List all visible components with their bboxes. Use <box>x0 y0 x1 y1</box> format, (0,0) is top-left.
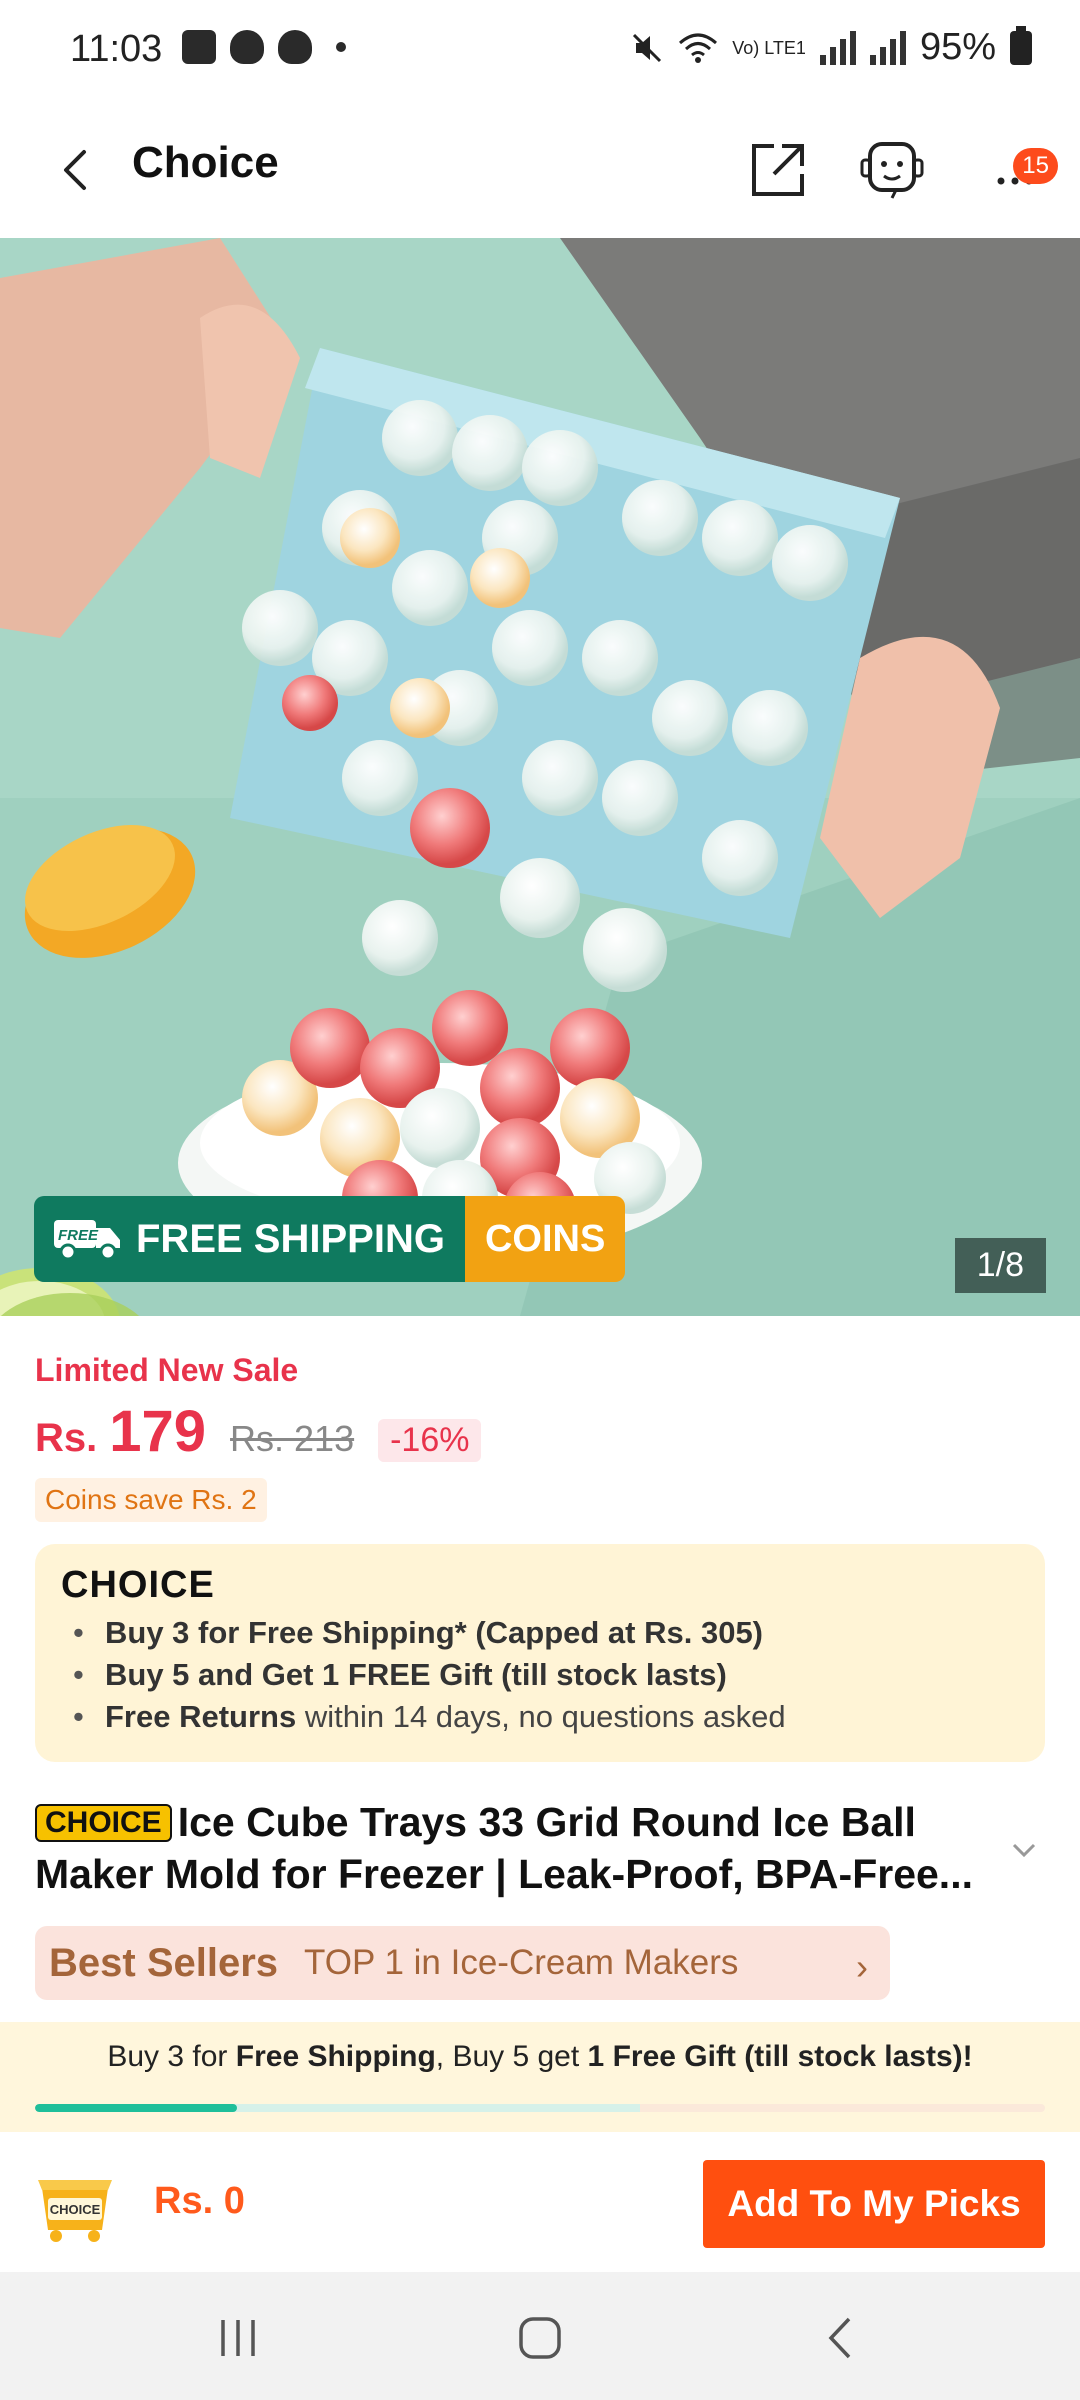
status-time: 11:03 <box>70 28 163 70</box>
choice-cart-button[interactable]: CHOICE <box>34 2168 116 2242</box>
sale-label: Limited New Sale <box>35 1352 299 1388</box>
truck-icon: FREE <box>54 1220 120 1261</box>
original-price: Rs. 213 <box>230 1418 355 1459</box>
current-price: 179 <box>109 1399 207 1464</box>
promo-part: , Buy 5 get <box>435 2040 588 2073</box>
product-title-text: Ice Cube Trays 33 Grid Round Ice Ball Ma… <box>35 1799 973 1897</box>
snapchat-icon <box>278 30 312 64</box>
battery-percent: 95% <box>919 26 996 68</box>
system-icons: Vo) LTE1 95% <box>630 25 1032 69</box>
cart-icon: CHOICE <box>38 2180 112 2242</box>
status-bar: 11:03 Vo) LTE1 95% <box>0 0 1080 108</box>
product-image-gallery[interactable]: FREE FREE SHIPPING COINS 1/8 <box>0 238 1080 1316</box>
benefits-list: Buy 3 for Free Shipping* (Capped at Rs. … <box>65 1612 786 1738</box>
image-counter: 1/8 <box>954 1238 1046 1293</box>
truck-free-text: FREE <box>58 1227 99 1244</box>
product-photo <box>0 238 1080 1316</box>
battery-icon <box>1010 25 1032 65</box>
benefit-text: Buy 3 for Free Shipping* (Capped at Rs. … <box>105 1615 764 1650</box>
choice-chip: CHOICE <box>35 1804 172 1842</box>
promo-part: Buy 3 for <box>107 2040 236 2073</box>
chat-bot-icon <box>860 142 924 199</box>
system-navigation-bar <box>0 2272 1080 2400</box>
benefit-text-strong: Free Returns <box>105 1699 297 1734</box>
home-icon <box>519 2317 561 2359</box>
benefit-item: Buy 3 for Free Shipping* (Capped at Rs. … <box>65 1612 786 1654</box>
benefit-text: Buy 5 and Get 1 FREE Gift (till stock la… <box>105 1657 727 1692</box>
recent-apps-button[interactable] <box>208 2308 268 2368</box>
wifi-icon <box>679 33 718 63</box>
free-shipping-label: FREE FREE SHIPPING <box>34 1196 465 1282</box>
cart-total: Rs. 0 <box>154 2180 245 2222</box>
home-button[interactable] <box>510 2308 570 2368</box>
product-title: CHOICE Ice Cube Trays 33 Grid Round Ice B… <box>35 1796 1015 1900</box>
benefit-item: Buy 5 and Get 1 FREE Gift (till stock la… <box>65 1654 786 1696</box>
notification-badge: 15 <box>1013 148 1058 184</box>
expand-title-button[interactable] <box>1004 1830 1044 1870</box>
bottom-action-bar: CHOICE Rs. 0 Add To My Picks <box>0 2132 1080 2272</box>
more-notifications-icon <box>336 42 346 52</box>
network-type: Vo) LTE1 <box>732 37 806 58</box>
snapchat-icon <box>230 30 264 64</box>
back-button[interactable] <box>48 140 108 200</box>
discount-badge: -16% <box>378 1419 482 1462</box>
chevron-down-icon <box>1012 1843 1036 1858</box>
choice-logo: CHOICE <box>61 1564 215 1607</box>
free-shipping-text: FREE SHIPPING <box>136 1216 445 1261</box>
gallery-icon <box>182 30 216 64</box>
share-button[interactable] <box>738 130 818 210</box>
best-sellers-label: Best Sellers <box>49 1940 279 1985</box>
promo-text: Buy 3 for Free Shipping, Buy 5 get 1 Fre… <box>0 2040 1080 2074</box>
share-icon <box>752 144 804 196</box>
choice-logo-text: CHOICE <box>61 1564 215 1606</box>
system-back-button[interactable] <box>812 2308 872 2368</box>
page-title: Choice <box>132 138 279 187</box>
benefit-text: within 14 days, no questions asked <box>296 1699 786 1734</box>
chevron-right-icon: › <box>856 1946 868 1987</box>
best-sellers-banner[interactable]: Best Sellers TOP 1 in Ice-Cream Makers › <box>35 1926 890 2000</box>
signal-icon <box>869 30 906 65</box>
best-sellers-rank: TOP 1 in Ice-Cream Makers <box>304 1943 739 1982</box>
customer-service-button[interactable] <box>852 130 932 210</box>
progress-segment <box>235 2104 640 2112</box>
add-to-picks-button[interactable]: Add To My Picks <box>703 2160 1045 2248</box>
coins-save-badge: Coins save Rs. 2 <box>35 1478 267 1522</box>
promo-part-strong: 1 Free Gift (till stock lasts)! <box>587 2040 973 2073</box>
mute-icon <box>633 33 662 62</box>
promo-progress-bar <box>35 2104 1045 2112</box>
chevron-left-icon <box>64 150 86 190</box>
promo-part-strong: Free Shipping <box>235 2040 436 2073</box>
progress-fill <box>35 2104 237 2112</box>
recent-apps-icon <box>221 2320 255 2356</box>
back-arrow-icon <box>828 2317 851 2359</box>
signal-icon <box>819 30 856 65</box>
coins-label: COINS <box>464 1196 626 1282</box>
free-shipping-tag: FREE FREE SHIPPING COINS <box>34 1196 626 1282</box>
notification-icons <box>182 30 346 64</box>
more-menu-button[interactable]: 15 <box>970 130 1070 210</box>
cart-label: CHOICE <box>50 2202 101 2217</box>
benefit-item: Free Returns within 14 days, no question… <box>65 1696 786 1738</box>
top-header: Choice 15 <box>0 108 1080 238</box>
promo-strip[interactable]: Buy 3 for Free Shipping, Buy 5 get 1 Fre… <box>0 2022 1080 2132</box>
choice-benefits-box[interactable]: CHOICE Buy 3 for Free Shipping* (Capped … <box>35 1544 1045 1762</box>
price-row: Rs. 179 Rs. 213 -16% <box>35 1398 482 1465</box>
currency: Rs. <box>35 1416 98 1460</box>
